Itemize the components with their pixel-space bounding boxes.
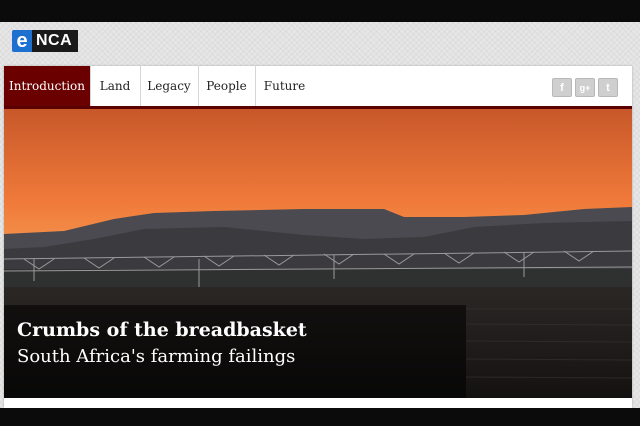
section-nav: Introduction Land Legacy People Future f… [4, 66, 632, 109]
hero-subtitle: South Africa's farming failings [17, 346, 296, 367]
enca-logo[interactable]: e NCA [12, 30, 79, 52]
hero-title: Crumbs of the breadbasket [17, 319, 307, 341]
hero-caption: Crumbs of the breadbasket South Africa's… [4, 305, 466, 398]
twitter-icon[interactable]: t [598, 78, 618, 97]
tab-land[interactable]: Land [90, 66, 141, 106]
bottom-black-bar [0, 408, 640, 426]
social-share-buttons: f g+ t [552, 78, 618, 97]
facebook-icon[interactable]: f [552, 78, 572, 97]
logo-wordmark: NCA [32, 30, 79, 52]
tab-legacy[interactable]: Legacy [140, 66, 199, 106]
treeline [4, 269, 632, 289]
logo-e-mark: e [12, 30, 32, 52]
tab-future[interactable]: Future [255, 66, 314, 106]
top-black-bar [0, 0, 640, 22]
feature-panel: Introduction Land Legacy People Future f… [4, 66, 632, 408]
google-plus-icon[interactable]: g+ [575, 78, 595, 97]
hero-image: Crumbs of the breadbasket South Africa's… [4, 109, 632, 398]
tab-introduction[interactable]: Introduction [4, 66, 91, 106]
tab-people[interactable]: People [198, 66, 256, 106]
